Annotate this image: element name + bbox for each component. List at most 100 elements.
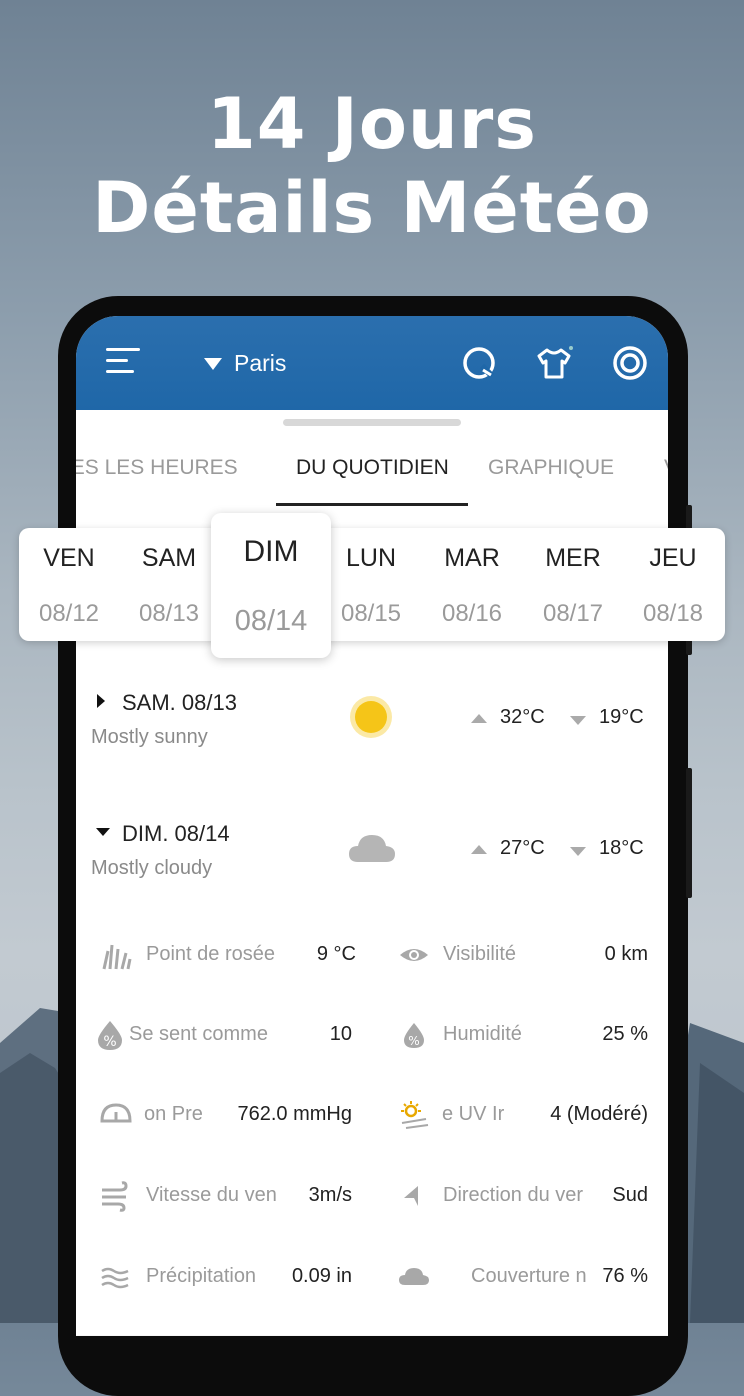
high-arrow-icon [471, 710, 487, 728]
day-date: 08/18 [642, 600, 704, 627]
detail-label: Se sent comme [129, 1023, 268, 1045]
forecast-row-dim[interactable]: DIM. 08/14 Mostly cloudy 27°C 18°C [76, 811, 668, 921]
detail-label: Visibilité [443, 943, 516, 965]
detail-value: Sud [612, 1184, 648, 1206]
phone-power-button [686, 768, 692, 898]
detail-value: 762.0 mmHg [237, 1103, 353, 1125]
detail-value: 25 % [602, 1023, 648, 1045]
low-arrow-icon [570, 843, 586, 861]
detail-cloud-cover: Couverture n 76 % [398, 1257, 648, 1297]
detail-wind-direction: Direction du ver Sud [398, 1176, 648, 1216]
details-panel: Point de rosée 9 °C Visibilité 0 km % Se… [76, 915, 668, 1335]
detail-label: Humidité [443, 1023, 522, 1045]
high-arrow-icon [471, 841, 487, 859]
percent-drop-icon: % [98, 1021, 122, 1050]
sun-icon [350, 696, 392, 738]
app-bar: Paris [76, 316, 668, 410]
day-name: VEN [43, 544, 95, 572]
detail-humidity: % Humidité 25 % [398, 1015, 648, 1055]
details-row: on Pre 762.0 mmHg e UV Ir 4 (Modéré) [76, 1095, 668, 1155]
details-row: Vitesse du ven 3m/s Direction du ver Sud [76, 1176, 668, 1236]
detail-wind-speed: Vitesse du ven 3m/s [100, 1176, 352, 1216]
day-date: 08/14 [234, 605, 308, 637]
uv-icon [401, 1101, 429, 1129]
detail-value: 76 % [602, 1265, 648, 1287]
expand-arrow-icon [97, 694, 105, 708]
temp-low: 18°C [599, 837, 644, 859]
day-name: MER [545, 544, 601, 572]
tab-daily[interactable]: DU QUOTIDIEN [296, 456, 449, 480]
day-name: SAM [141, 544, 197, 572]
tab-bar: TOUTES LES HEURES DU QUOTIDIEN GRAPHIQUE… [76, 446, 668, 506]
detail-label: e UV Ir [442, 1103, 505, 1125]
details-row: Point de rosée 9 °C Visibilité 0 km [76, 935, 668, 995]
forecast-date: SAM. 08/13 [122, 690, 237, 715]
direction-icon [404, 1186, 418, 1206]
detail-value: 0 km [604, 943, 648, 965]
tab-next[interactable]: V [664, 456, 668, 480]
forecast-desc: Mostly cloudy [91, 857, 213, 879]
day-date: 08/13 [138, 600, 200, 627]
day-date: 08/12 [38, 600, 100, 627]
forecast-desc: Mostly sunny [91, 726, 208, 748]
details-row: % Se sent comme 10 % Humidité 25 % [76, 1015, 668, 1075]
day-selector: VEN 08/12 SAM 08/13 LUN 08/15 MAR 08/16 … [19, 528, 725, 641]
detail-uv-index: e UV Ir 4 (Modéré) [398, 1095, 648, 1135]
detail-label: on Pre [144, 1103, 203, 1125]
forecast-date: DIM. 08/14 [122, 821, 230, 846]
pressure-icon [100, 1103, 132, 1123]
radar-icon[interactable] [460, 344, 498, 382]
dropdown-icon [204, 357, 222, 370]
detail-value: 10 [329, 1023, 352, 1045]
detail-label: Vitesse du ven [146, 1184, 277, 1206]
temp-high: 32°C [500, 706, 545, 728]
day-dim-selected[interactable]: DIM 08/14 [211, 513, 331, 658]
tab-indicator [276, 503, 468, 506]
detail-label: Direction du ver [443, 1184, 584, 1206]
detail-feels-like: % Se sent comme 10 [94, 1015, 352, 1055]
headline-line-2: Détails Météo [92, 167, 652, 249]
forecast-row-sam[interactable]: SAM. 08/13 Mostly sunny 32°C 19°C [76, 680, 668, 790]
day-name: MAR [444, 544, 500, 572]
detail-visibility: Visibilité 0 km [398, 935, 648, 975]
details-row: Précipitation 0.09 in Couverture n 76 % [76, 1257, 668, 1317]
day-name: JEU [649, 544, 697, 572]
headline-line-1: 14 Jours [207, 83, 537, 165]
detail-value: 3m/s [308, 1184, 352, 1206]
detail-value: 9 °C [316, 943, 356, 965]
target-icon[interactable] [611, 344, 649, 382]
dew-icon [102, 944, 132, 970]
eye-icon [400, 949, 428, 961]
svg-text:%: % [103, 1034, 116, 1050]
wind-icon [102, 1181, 128, 1212]
detail-dew-point: Point de rosée 9 °C [100, 935, 356, 975]
day-name: LUN [345, 544, 396, 572]
day-name: DIM [243, 535, 299, 568]
city-selector[interactable]: Paris [204, 350, 286, 377]
temp-high: 27°C [500, 837, 545, 859]
detail-label: Couverture n [471, 1265, 587, 1287]
svg-text:%: % [408, 1034, 419, 1048]
menu-button[interactable] [106, 348, 140, 378]
precipitation-icon [101, 1267, 129, 1289]
tshirt-icon[interactable] [535, 344, 573, 382]
cloud-cover-icon [399, 1268, 429, 1285]
detail-label: Point de rosée [146, 943, 275, 965]
temp-low: 19°C [599, 706, 644, 728]
detail-label: Précipitation [146, 1265, 257, 1287]
promo-headline: 14 Jours Détails Météo [0, 82, 744, 250]
low-arrow-icon [570, 712, 586, 730]
tab-graph[interactable]: GRAPHIQUE [488, 456, 614, 480]
detail-value: 4 (Modéré) [550, 1103, 648, 1125]
collapse-arrow-icon [96, 828, 110, 836]
humidity-icon: % [404, 1023, 424, 1048]
detail-pressure: on Pre 762.0 mmHg [100, 1095, 352, 1135]
tab-hourly[interactable]: TOUTES LES HEURES [76, 456, 238, 480]
day-date: 08/17 [542, 600, 604, 627]
drag-handle[interactable] [283, 419, 461, 426]
city-name: Paris [234, 350, 287, 376]
detail-precipitation: Précipitation 0.09 in [100, 1257, 352, 1297]
day-date: 08/15 [340, 600, 402, 627]
cloud-icon [349, 835, 395, 862]
detail-value: 0.09 in [291, 1265, 352, 1287]
